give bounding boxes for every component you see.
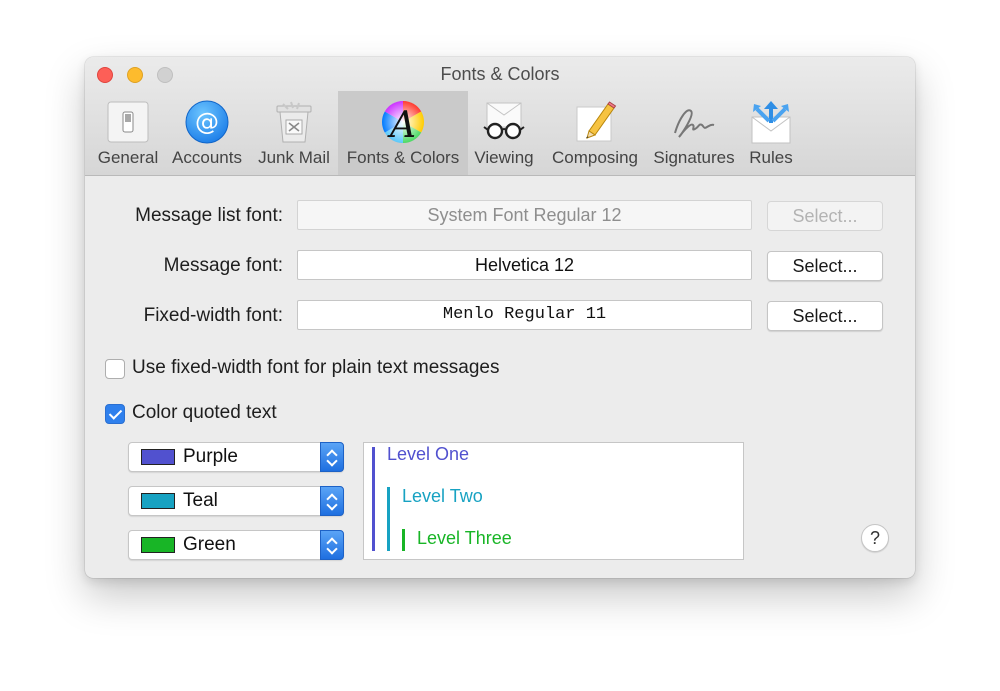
tab-label: Accounts (172, 148, 242, 167)
fixed-width-font-label: Fixed-width font: (143, 305, 283, 326)
color-swatch (141, 537, 175, 553)
tab-label: Signatures (653, 148, 735, 167)
trash-can-icon (271, 99, 317, 145)
color-quoted-text-label: Color quoted text (132, 402, 277, 423)
preferences-window: Fonts & Colors General @ Accounts Junk M… (85, 57, 915, 578)
tab-label: General (97, 148, 159, 167)
font-color-wheel-icon: A (380, 99, 426, 146)
popup-arrows-icon (320, 486, 344, 516)
window-title: Fonts & Colors (440, 64, 560, 84)
tab-general[interactable]: General (93, 91, 163, 175)
quote-level-three-color-popup[interactable]: Green (128, 530, 344, 560)
message-font-select-button[interactable]: Select... (767, 251, 883, 281)
popup-arrows-icon (320, 530, 344, 560)
svg-text:@: @ (195, 108, 219, 136)
level-one-text: Level One (387, 444, 470, 464)
popup-arrows-icon (320, 442, 344, 472)
tab-composing[interactable]: Composing (547, 91, 643, 175)
fixed-width-font-field: Menlo Regular 11 (297, 300, 752, 330)
color-quoted-text-checkbox[interactable] (105, 404, 125, 424)
color-name: Teal (183, 490, 218, 511)
switch-icon (105, 99, 151, 145)
tab-fonts-colors[interactable]: A Fonts & Colors (338, 91, 468, 175)
message-list-font-field: System Font Regular 12 (297, 200, 752, 230)
level-two-text: Level Two (402, 486, 483, 506)
at-sign-icon: @ (184, 99, 230, 145)
quote-level-two-color-popup[interactable]: Teal (128, 486, 344, 516)
color-swatch (141, 449, 175, 465)
level-three-text: Level Three (417, 528, 512, 548)
quote-bar-level-one (372, 447, 375, 551)
color-name: Purple (183, 446, 238, 467)
signature-icon (671, 99, 717, 145)
quote-level-one-color-popup[interactable]: Purple (128, 442, 344, 472)
use-fixed-width-checkbox[interactable] (105, 359, 125, 379)
fonts-colors-pane: Message list font: System Font Regular 1… (85, 176, 915, 578)
quote-bar-level-three (402, 529, 405, 551)
tab-label: Viewing (474, 148, 534, 167)
tab-viewing[interactable]: Viewing (469, 91, 539, 175)
quote-bar-level-two (387, 487, 390, 551)
color-name: Green (183, 534, 236, 555)
message-list-font-label: Message list font: (135, 205, 283, 226)
message-font-label: Message font: (163, 255, 283, 276)
pencil-paper-icon (572, 99, 618, 145)
tab-label: Junk Mail (258, 148, 330, 167)
tab-rules[interactable]: Rules (741, 91, 801, 175)
message-font-field: Helvetica 12 (297, 250, 752, 280)
tab-accounts[interactable]: @ Accounts (167, 91, 247, 175)
tab-signatures[interactable]: Signatures (648, 91, 740, 175)
envelope-arrows-icon (748, 99, 794, 145)
tab-label: Fonts & Colors (346, 148, 460, 167)
tab-junk-mail[interactable]: Junk Mail (251, 91, 337, 175)
tab-label: Rules (749, 148, 793, 167)
message-list-font-select-button[interactable]: Select... (767, 201, 883, 231)
use-fixed-width-label: Use fixed-width font for plain text mess… (132, 357, 500, 378)
color-swatch (141, 493, 175, 509)
svg-text:A: A (387, 105, 416, 145)
title-bar: Fonts & Colors General @ Accounts Junk M… (85, 57, 915, 176)
quote-preview: Level One Level Two Level Three (363, 442, 744, 560)
help-button[interactable]: ? (861, 524, 889, 552)
glasses-icon (481, 99, 527, 145)
tab-label: Composing (552, 148, 638, 167)
fixed-width-font-select-button[interactable]: Select... (767, 301, 883, 331)
